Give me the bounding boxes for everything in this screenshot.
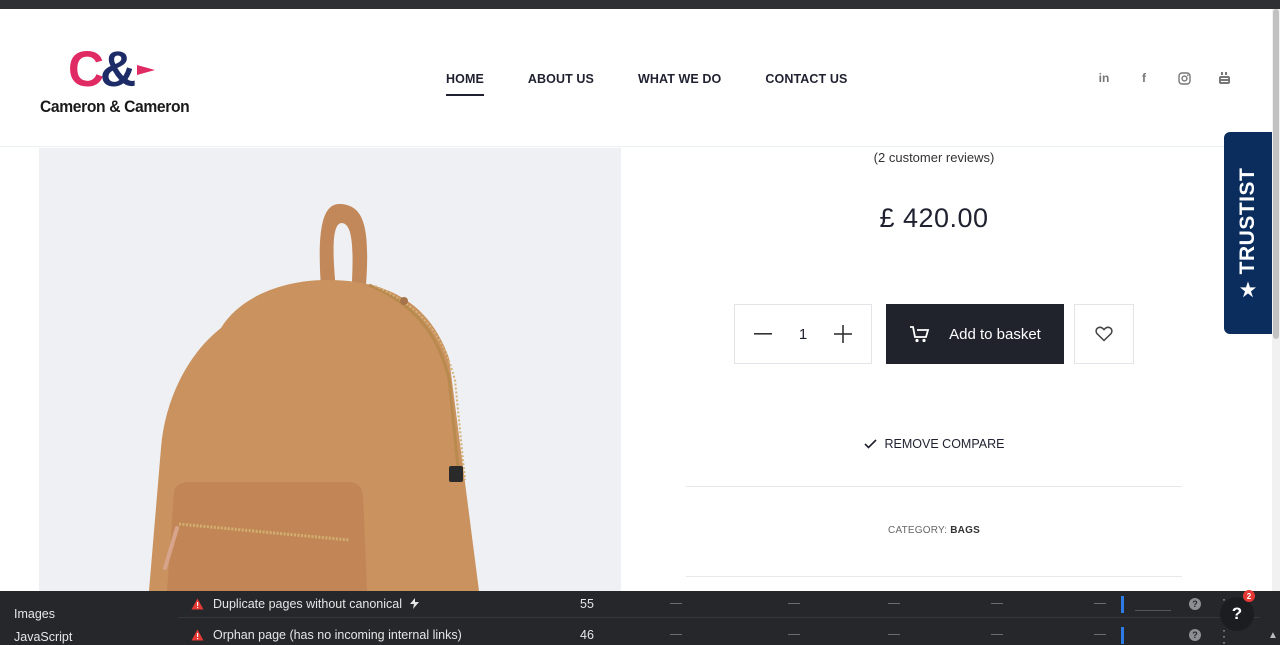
empty-cell: [670, 603, 682, 604]
help-icon[interactable]: ?: [1189, 629, 1201, 641]
trustist-label-wrapper: TRUSTIST: [1236, 168, 1260, 299]
empty-cell: [1094, 603, 1106, 604]
decrease-quantity-button[interactable]: [753, 324, 773, 344]
add-to-basket-label: Add to basket: [949, 325, 1041, 343]
trustist-label: TRUSTIST: [1236, 167, 1259, 275]
audit-row-count: 46: [580, 628, 594, 642]
customer-reviews-link[interactable]: (2 customer reviews): [684, 150, 1184, 165]
audit-row-label: Duplicate pages without canonical: [213, 597, 419, 611]
logo-text: Cameron & Cameron: [40, 97, 190, 116]
audit-row-text: Duplicate pages without canonical: [213, 597, 403, 611]
audit-row-label: Orphan page (has no incoming internal li…: [213, 628, 462, 642]
product-price: £ 420.00: [879, 203, 989, 233]
trend-bar: [1121, 627, 1124, 644]
plus-icon: [834, 325, 852, 343]
divider: [686, 576, 1182, 577]
logo-ampersand: &: [100, 41, 136, 97]
warning-icon: [191, 629, 204, 641]
warning-icon: [191, 598, 204, 610]
more-options-icon[interactable]: ···: [1222, 624, 1226, 645]
audit-categories: Images JavaScript: [0, 591, 178, 645]
instagram-icon[interactable]: [1177, 71, 1191, 85]
minus-icon: [754, 333, 772, 335]
empty-cell: [788, 634, 800, 635]
nav-what-we-do[interactable]: WHAT WE DO: [638, 72, 721, 86]
add-to-basket-button[interactable]: Add to basket: [886, 304, 1064, 364]
audit-row[interactable]: Duplicate pages without canonical 55 ? ·…: [178, 591, 1260, 618]
star-icon: [1240, 281, 1256, 298]
product-image[interactable]: [39, 148, 621, 591]
audit-row[interactable]: Orphan page (has no incoming internal li…: [178, 622, 1260, 645]
scrollbar-thumb[interactable]: [1273, 9, 1279, 339]
empty-cell: [991, 603, 1003, 604]
heart-icon: [1095, 326, 1113, 342]
facebook-icon[interactable]: f: [1137, 71, 1151, 85]
trend-baseline: [1135, 610, 1171, 611]
main-nav: HOME ABOUT US WHAT WE DO CONTACT US: [446, 72, 891, 96]
remove-compare-link[interactable]: REMOVE COMPARE: [684, 437, 1184, 451]
nav-about-us[interactable]: ABOUT US: [528, 72, 594, 86]
linkedin-icon[interactable]: in: [1097, 71, 1111, 85]
trustist-reviews-tab[interactable]: TRUSTIST: [1224, 132, 1272, 334]
nav-contact-us[interactable]: CONTACT US: [765, 72, 847, 86]
category-javascript[interactable]: JavaScript: [14, 630, 72, 644]
lightning-icon: [409, 598, 419, 609]
backpack-illustration: [149, 203, 479, 591]
notification-badge: 2: [1243, 590, 1255, 602]
browser-top-bar: [0, 0, 1280, 9]
empty-cell: [991, 634, 1003, 635]
logo-mark: C&: [68, 44, 136, 94]
empty-cell: [1094, 634, 1106, 635]
quantity-stepper: 1: [734, 304, 872, 364]
category-images[interactable]: Images: [14, 607, 55, 621]
category-value-link[interactable]: BAGS: [950, 525, 980, 536]
check-icon: [863, 439, 877, 449]
remove-compare-label: REMOVE COMPARE: [884, 437, 1005, 451]
audit-row-count: 55: [580, 597, 594, 611]
help-icon[interactable]: ?: [1189, 598, 1201, 610]
empty-cell: [888, 634, 900, 635]
seo-audit-panel: Images JavaScript Duplicate pages withou…: [0, 591, 1280, 645]
product-category: CATEGORY: BAGS: [684, 525, 1184, 536]
logo-flag-icon: [137, 65, 155, 75]
social-links: in f: [1097, 71, 1231, 85]
quantity-value[interactable]: 1: [799, 326, 807, 343]
page-scrollbar[interactable]: [1272, 9, 1280, 591]
help-chat-button[interactable]: ?: [1220, 597, 1254, 631]
logo-c: C: [68, 41, 104, 97]
empty-cell: [888, 603, 900, 604]
cart-icon: [910, 326, 930, 343]
youtube-icon[interactable]: [1217, 71, 1231, 85]
empty-cell: [670, 634, 682, 635]
increase-quantity-button[interactable]: [833, 324, 853, 344]
divider: [686, 486, 1182, 487]
empty-cell: [788, 603, 800, 604]
nav-home[interactable]: HOME: [446, 72, 484, 96]
site-logo[interactable]: C& Cameron & Cameron: [40, 44, 190, 117]
category-label: CATEGORY:: [888, 525, 948, 536]
panel-scroll-down-icon[interactable]: ▲: [1268, 630, 1278, 641]
site-header: C& Cameron & Cameron HOME ABOUT US WHAT …: [0, 9, 1272, 147]
wishlist-button[interactable]: [1074, 304, 1134, 364]
trend-bar: [1121, 596, 1124, 613]
